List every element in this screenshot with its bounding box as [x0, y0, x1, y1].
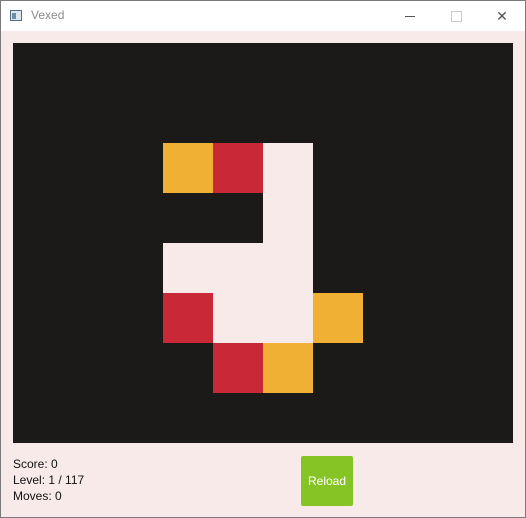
close-button[interactable]: ✕: [479, 1, 525, 31]
orange-block[interactable]: [263, 343, 313, 393]
red-block[interactable]: [163, 293, 213, 343]
moves-label: Moves: 0: [13, 489, 62, 503]
red-block[interactable]: [213, 143, 263, 193]
red-block[interactable]: [213, 343, 263, 393]
minimize-button[interactable]: [387, 1, 433, 31]
orange-block[interactable]: [163, 143, 213, 193]
empty-cell: [163, 243, 213, 293]
empty-cell: [263, 143, 313, 193]
score-label: Score: 0: [13, 457, 58, 471]
orange-block[interactable]: [313, 293, 363, 343]
maximize-button[interactable]: [433, 1, 479, 31]
minimize-icon: [405, 15, 415, 17]
empty-cell: [213, 243, 263, 293]
status-panel: Score: 0 Level: 1 / 117 Moves: 0: [13, 456, 84, 504]
empty-cell: [263, 293, 313, 343]
empty-cell: [213, 293, 263, 343]
window-title: Vexed: [31, 8, 65, 22]
title-bar[interactable]: Vexed ✕: [1, 1, 525, 31]
level-label: Level: 1 / 117: [13, 473, 85, 487]
game-board: [13, 43, 513, 443]
app-window: Vexed ✕ Score: 0 Level: 1 / 117 Moves: 0…: [0, 0, 526, 518]
maximize-icon: [450, 10, 462, 22]
close-icon: ✕: [496, 7, 508, 24]
reload-button[interactable]: Reload: [301, 456, 353, 506]
window-app-icon: [10, 10, 22, 21]
empty-cell: [263, 243, 313, 293]
empty-cell: [263, 193, 313, 243]
